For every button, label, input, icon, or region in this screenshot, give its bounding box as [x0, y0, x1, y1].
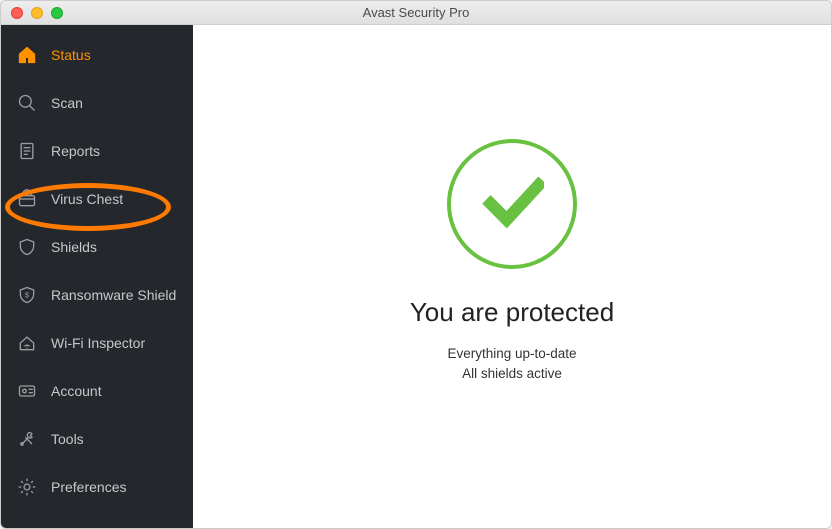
sidebar-item-account[interactable]: Account [1, 367, 193, 415]
sidebar-item-label: Shields [51, 239, 97, 255]
app-window: Avast Security Pro Status Scan Reports [0, 0, 832, 529]
sidebar-item-label: Status [51, 47, 91, 63]
sidebar-item-label: Preferences [51, 479, 126, 495]
sidebar-item-label: Tools [51, 431, 84, 447]
tools-icon [17, 429, 37, 449]
main-panel: You are protected Everything up-to-date … [193, 25, 831, 528]
sidebar-item-label: Scan [51, 95, 83, 111]
sidebar-item-tools[interactable]: Tools [1, 415, 193, 463]
status-line-2: All shields active [462, 364, 562, 384]
home-icon [17, 45, 37, 65]
window-title: Avast Security Pro [1, 5, 831, 20]
checkmark-icon [480, 169, 544, 238]
sidebar-item-wifi-inspector[interactable]: Wi-Fi Inspector [1, 319, 193, 367]
window-zoom-button[interactable] [51, 7, 63, 19]
window-body: Status Scan Reports Virus Chest [1, 25, 831, 528]
window-close-button[interactable] [11, 7, 23, 19]
sidebar-item-status[interactable]: Status [1, 31, 193, 79]
document-icon [17, 141, 37, 161]
sidebar-item-scan[interactable]: Scan [1, 79, 193, 127]
ransomware-shield-icon: $ [17, 285, 37, 305]
status-circle [447, 139, 577, 269]
sidebar-item-virus-chest[interactable]: Virus Chest [1, 175, 193, 223]
sidebar-item-label: Account [51, 383, 102, 399]
svg-text:$: $ [25, 291, 30, 300]
sidebar-item-label: Reports [51, 143, 100, 159]
sidebar-item-label: Virus Chest [51, 191, 123, 207]
gear-icon [17, 477, 37, 497]
account-icon [17, 381, 37, 401]
status-heading: You are protected [410, 297, 614, 328]
sidebar-item-preferences[interactable]: Preferences [1, 463, 193, 511]
sidebar-item-label: Wi-Fi Inspector [51, 335, 145, 351]
sidebar-item-label: Ransomware Shield [51, 287, 176, 303]
sidebar-item-reports[interactable]: Reports [1, 127, 193, 175]
sidebar: Status Scan Reports Virus Chest [1, 25, 193, 528]
titlebar: Avast Security Pro [1, 1, 831, 25]
status-line-1: Everything up-to-date [447, 344, 576, 364]
wifi-home-icon [17, 333, 37, 353]
shield-icon [17, 237, 37, 257]
search-icon [17, 93, 37, 113]
sidebar-item-shields[interactable]: Shields [1, 223, 193, 271]
chest-icon [17, 189, 37, 209]
traffic-lights [1, 7, 63, 19]
window-minimize-button[interactable] [31, 7, 43, 19]
sidebar-item-ransomware-shield[interactable]: $ Ransomware Shield [1, 271, 193, 319]
